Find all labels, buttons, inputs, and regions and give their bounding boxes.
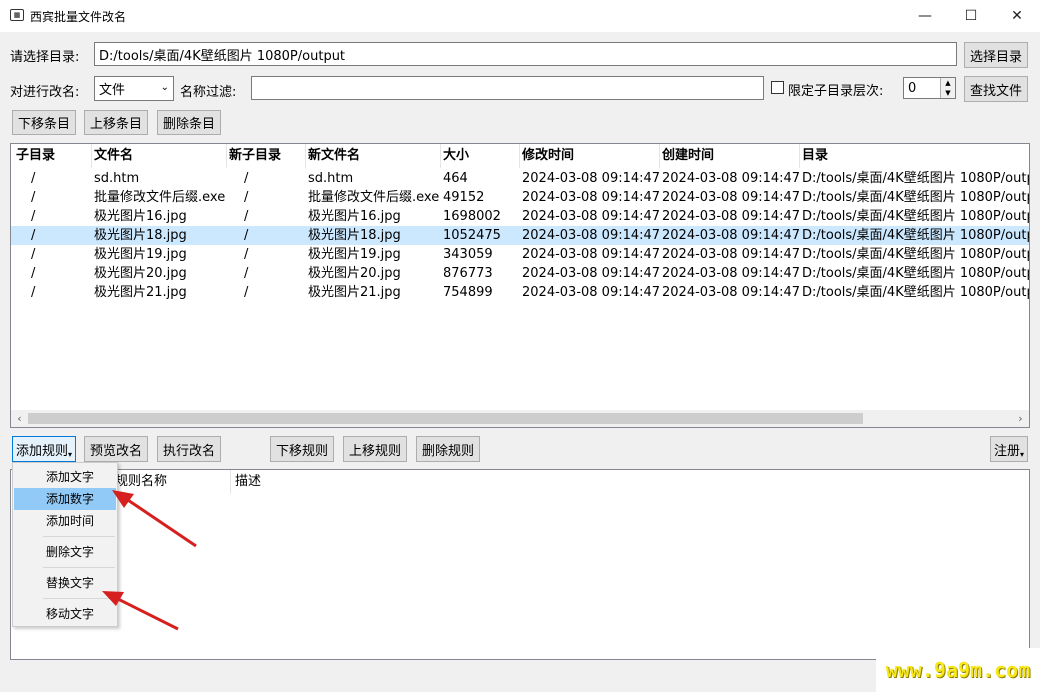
arrow-to-replace-text bbox=[102, 591, 179, 631]
watermark-logo: www.9a9m.com bbox=[876, 648, 1040, 692]
annotation-arrows bbox=[102, 490, 197, 631]
arrow-to-add-number bbox=[112, 490, 197, 548]
